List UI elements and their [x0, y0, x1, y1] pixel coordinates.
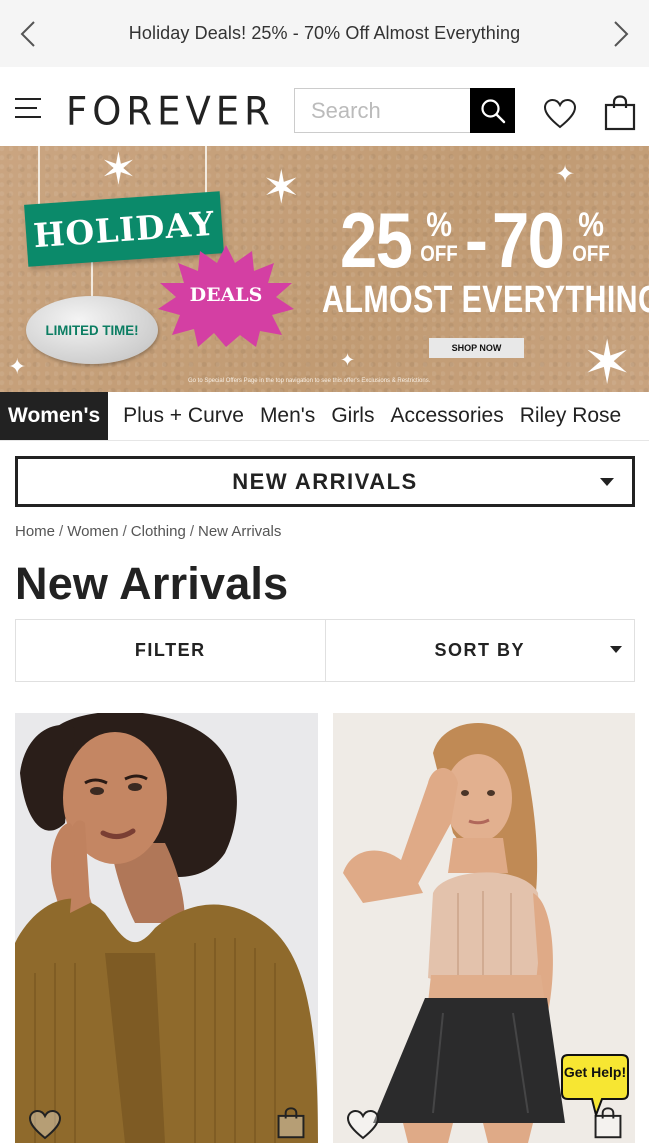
category-nav: Women's Plus + Curve Men's Girls Accesso…: [0, 392, 649, 441]
get-help-chat-button[interactable]: [560, 1053, 630, 1119]
sparkle-icon: ✶: [100, 146, 137, 194]
breadcrumb-new-arrivals: New Arrivals: [198, 523, 282, 540]
promo-text[interactable]: Holiday Deals! 25% - 70% Off Almost Ever…: [129, 23, 520, 44]
banner-fineprint: Go to Special Offers Page in the top nav…: [188, 378, 431, 384]
limited-time-tag: LIMITED TIME!: [26, 296, 158, 364]
filter-button[interactable]: FILTER: [16, 620, 325, 681]
search-field: [294, 88, 471, 133]
heart-icon[interactable]: [543, 98, 577, 130]
product-card[interactable]: [15, 713, 318, 1143]
sparkle-icon: ✦: [340, 350, 356, 370]
chevron-left-icon[interactable]: [16, 20, 40, 48]
almost-everything-label: ALMOST EVERYTHING: [322, 279, 649, 321]
search-input[interactable]: [295, 89, 471, 132]
category-tab-girls[interactable]: Girls: [323, 392, 382, 440]
search-button[interactable]: [470, 88, 515, 133]
hanging-string: [38, 146, 40, 206]
sparkle-icon: ✶: [262, 161, 301, 213]
sparkle-icon: ✦: [8, 354, 27, 379]
discount-headline: 25 % OFF - 70 % OFF: [340, 196, 610, 284]
filter-sort-bar: FILTER SORT BY: [15, 619, 635, 682]
sort-by-dropdown[interactable]: SORT BY: [324, 620, 635, 681]
sparkle-icon: ✶: [582, 329, 633, 392]
heart-icon[interactable]: [346, 1109, 380, 1141]
caret-down-icon: [610, 646, 622, 653]
breadcrumb-home[interactable]: Home: [15, 523, 55, 540]
category-tab-womens[interactable]: Women's: [0, 392, 109, 440]
category-tab-plus-curve[interactable]: Plus + Curve: [115, 392, 252, 440]
category-tab-riley-rose[interactable]: Riley Rose: [512, 392, 630, 440]
product-image[interactable]: [15, 713, 318, 1143]
breadcrumb: Home / Women / Clothing / New Arrivals: [15, 523, 282, 540]
shop-now-button[interactable]: SHOP NOW: [429, 338, 524, 358]
subcategory-selected: NEW ARRIVALS: [232, 468, 418, 494]
caret-down-icon: [600, 478, 614, 486]
hamburger-menu-icon[interactable]: [15, 97, 41, 119]
heart-icon[interactable]: [28, 1109, 62, 1141]
shopping-bag-icon[interactable]: [276, 1107, 306, 1139]
site-header: FOREVER 21: [0, 67, 649, 146]
category-tab-accessories[interactable]: Accessories: [382, 392, 511, 440]
breadcrumb-women[interactable]: Women: [67, 523, 118, 540]
sparkle-icon: ✦: [555, 161, 576, 188]
shopping-bag-icon[interactable]: [604, 95, 636, 131]
chevron-right-icon[interactable]: [609, 20, 633, 48]
category-tab-mens[interactable]: Men's: [252, 392, 323, 440]
search-icon: [480, 98, 505, 123]
hanging-string: [205, 146, 207, 198]
deals-label: DEALS: [189, 284, 263, 306]
promo-bar: Holiday Deals! 25% - 70% Off Almost Ever…: [0, 0, 649, 67]
subcategory-dropdown[interactable]: NEW ARRIVALS: [15, 456, 635, 507]
breadcrumb-clothing[interactable]: Clothing: [131, 523, 186, 540]
page-title: New Arrivals: [15, 558, 289, 609]
